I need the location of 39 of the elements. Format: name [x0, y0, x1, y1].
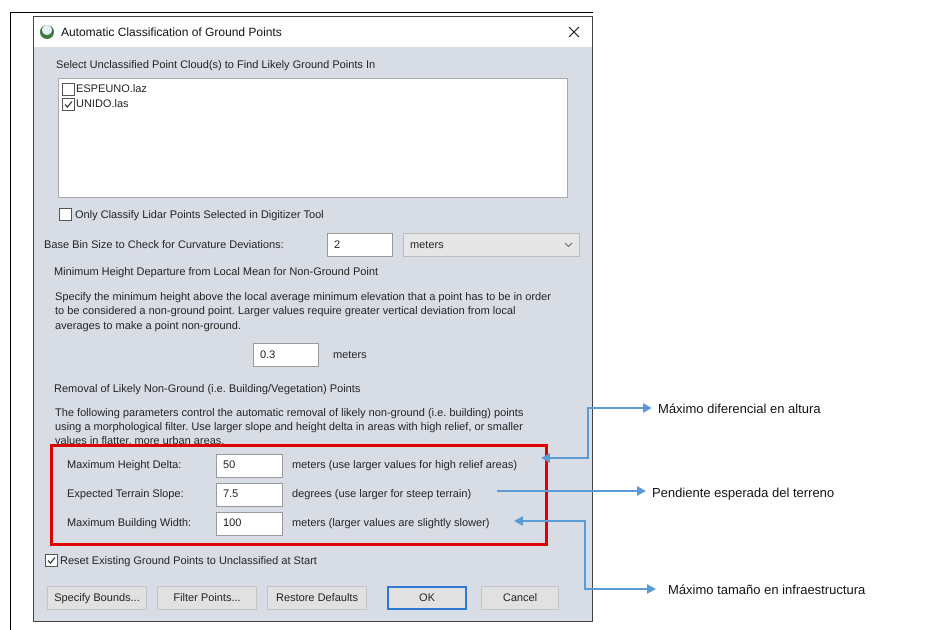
bin-size-input[interactable]: 2 — [327, 233, 393, 257]
checkbox[interactable] — [45, 554, 58, 568]
hint-text: meters (larger values are slightly slower) — [292, 516, 490, 532]
field-label: Maximum Building Width: — [67, 516, 192, 532]
dialog-button[interactable]: Filter Points... — [157, 586, 257, 610]
parameter-input[interactable]: 100 — [216, 512, 283, 536]
description-text: The following parameters control the automatic removal of likely non-ground (i.e. building) points using a morphological filter. Use larger slope and height delta in areas with high relief, or smaller values in flatter, more urban areas. — [55, 406, 524, 448]
annotation-text: Máximo tamaño en infraestructura — [668, 581, 866, 599]
list-item[interactable]: ESPEUNO.laz — [76, 80, 147, 98]
unit-dropdown[interactable]: meters — [403, 233, 580, 257]
checkbox-label[interactable]: Reset Existing Ground Points to Unclassified at Start — [60, 552, 317, 569]
parameter-input[interactable]: 50 — [216, 454, 283, 478]
group-title: Minimum Height Departure from Local Mean for Non-Ground Point — [54, 265, 380, 280]
checkbox[interactable] — [62, 98, 75, 110]
description-text: Specify the minimum height above the local average minimum elevation that a point has to be in order to be considered a non-ground point. Larger values require greater vertical deviation from local averages to make a point non-ground. — [55, 290, 552, 333]
hint-text: degrees (use larger for steep terrain) — [292, 487, 472, 502]
section-label: Select Unclassified Point Cloud(s) to Find Likely Ground Points In — [56, 58, 376, 73]
checkbox-label[interactable]: Only Classify Lidar Points Selected in Digitizer Tool — [75, 206, 324, 223]
height-input[interactable]: 0.3 — [253, 343, 319, 367]
unit-label: meters — [333, 348, 367, 363]
hint-text: meters (use larger values for high relief areas) — [292, 458, 517, 474]
field-label: Maximum Height Delta: — [67, 458, 182, 474]
field-label: Expected Terrain Slope: — [67, 487, 185, 502]
point-cloud-list[interactable]: ESPEUNO.laz UNIDO.las — [58, 78, 568, 198]
group-title: Removal of Likely Non-Ground (i.e. Building/Vegetation) Points — [54, 382, 362, 397]
parameter-input[interactable]: 7.5 — [216, 482, 283, 506]
dialog-button[interactable]: Restore Defaults — [267, 586, 367, 610]
dialog-button[interactable]: OK — [387, 586, 467, 610]
list-item[interactable]: UNIDO.las — [76, 96, 129, 112]
annotation-text: Máximo diferencial en altura — [658, 400, 821, 418]
checkbox[interactable] — [59, 208, 72, 222]
annotation-text: Pendiente esperada del terreno — [652, 484, 834, 502]
chevron-down-icon — [564, 242, 573, 248]
app-logo-icon — [39, 24, 55, 40]
window-title: Automatic Classification of Ground Points — [61, 24, 282, 41]
field-label: Base Bin Size to Check for Curvature Deviations: — [44, 238, 285, 253]
dialog-button[interactable]: Cancel — [481, 586, 559, 610]
checkbox[interactable] — [62, 82, 75, 96]
dialog-button[interactable]: Specify Bounds... — [47, 586, 147, 610]
